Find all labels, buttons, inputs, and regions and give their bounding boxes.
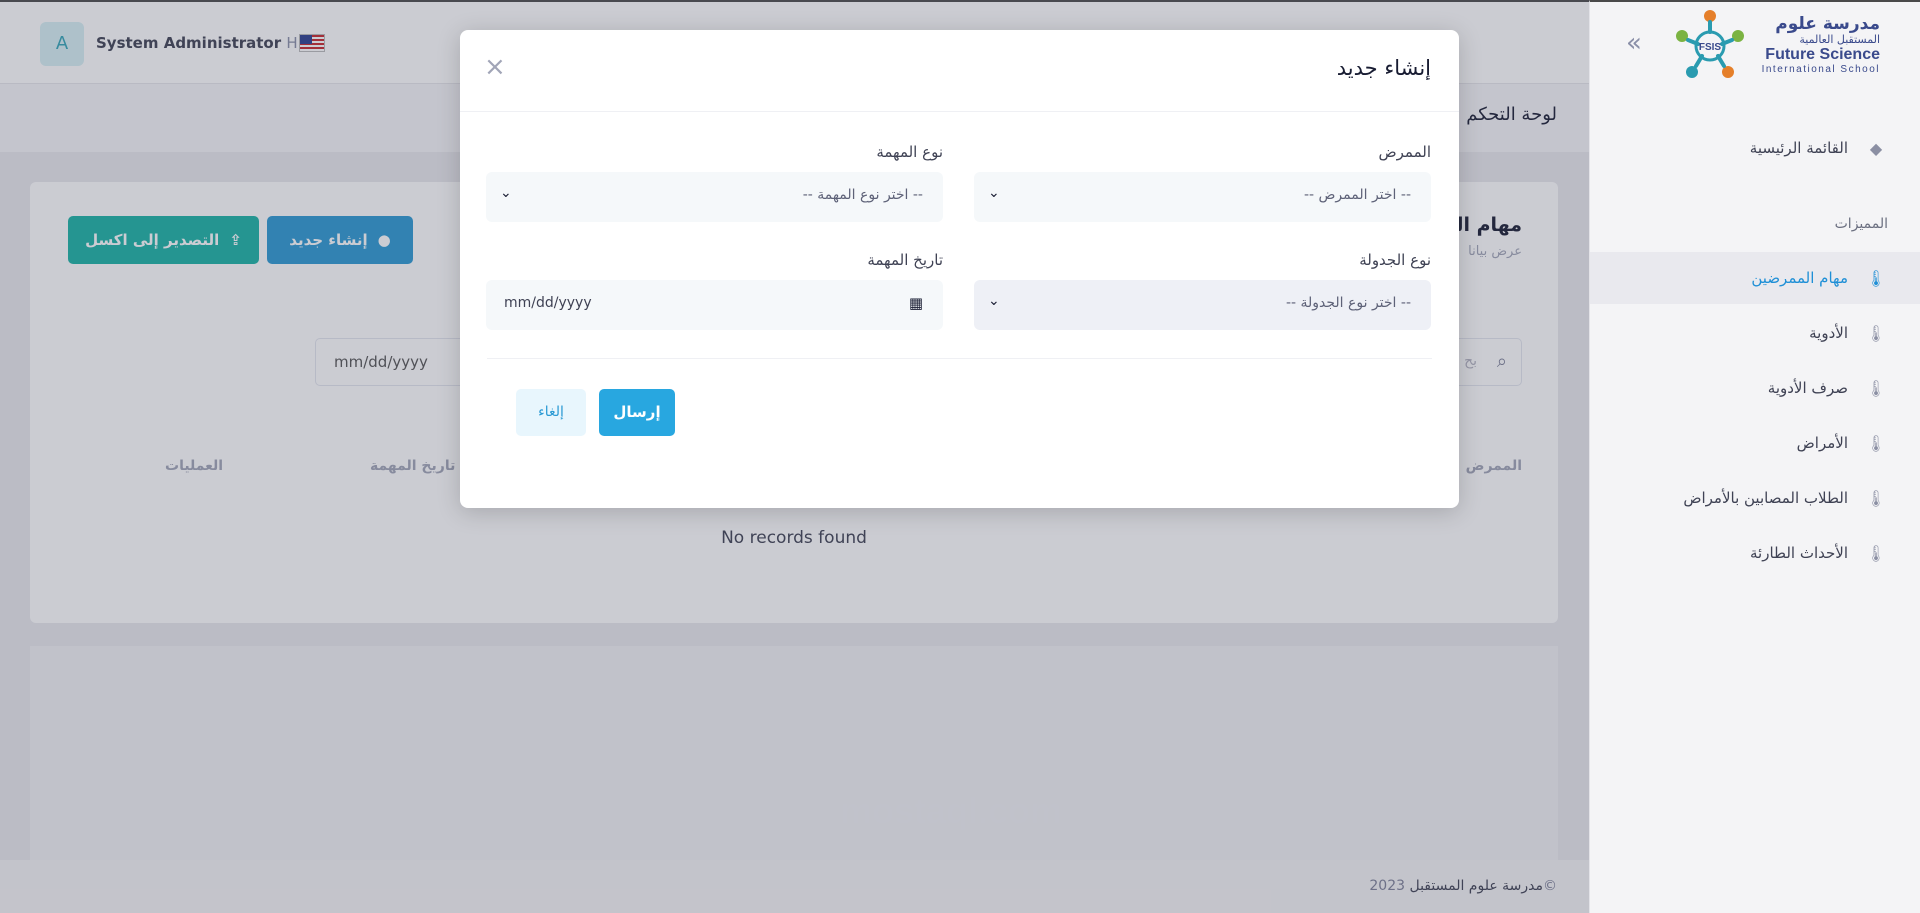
nurse-label: الممرض bbox=[1378, 143, 1432, 161]
task-type-select-value: -- اختر نوع المهمة -- bbox=[802, 187, 923, 203]
sidebar-item-label: صرف الأدوية bbox=[1767, 379, 1848, 397]
submit-button[interactable]: إرسال bbox=[599, 389, 675, 436]
sidebar-section-label: المميزات bbox=[1834, 216, 1888, 232]
task-type-label: نوع المهمة bbox=[876, 143, 943, 161]
brand-name-en: Future Science bbox=[1765, 46, 1880, 63]
sidebar-item-label: مهام الممرضين bbox=[1751, 269, 1848, 287]
modal-title: إنشاء جديد bbox=[1336, 56, 1431, 80]
modal-header: إنشاء جديد × bbox=[460, 30, 1459, 112]
brand-tagline-ar: المستقبل العالمية bbox=[1799, 33, 1880, 46]
task-date-label: تاريخ المهمة bbox=[867, 251, 943, 269]
cancel-button[interactable]: إلغاء bbox=[516, 389, 586, 436]
sidebar-item-label: القائمة الرئيسية bbox=[1749, 139, 1848, 157]
sidebar-item-diseases[interactable]: 🌡 الأمراض bbox=[1590, 417, 1920, 469]
chevron-down-icon: ⌄ bbox=[988, 293, 1000, 309]
school-logo[interactable]: FSIS مدرسة علوم المستقبل العالمية Future… bbox=[1670, 6, 1880, 86]
sidebar: FSIS مدرسة علوم المستقبل العالمية Future… bbox=[1589, 0, 1920, 913]
modal-divider bbox=[487, 358, 1432, 359]
task-type-select[interactable]: -- اختر نوع المهمة -- ⌄ bbox=[486, 172, 943, 222]
sidebar-item-label: الطلاب المصابين بالأمراض bbox=[1683, 489, 1848, 507]
thermometer-icon: 🌡 bbox=[1865, 433, 1887, 453]
close-icon[interactable]: × bbox=[484, 52, 506, 82]
schedule-type-label: نوع الجدولة bbox=[1359, 251, 1431, 269]
thermometer-icon: 🌡 bbox=[1865, 543, 1887, 563]
schedule-type-select-value: -- اختر نوع الجدولة -- bbox=[1285, 295, 1411, 311]
logo-mark-icon: FSIS bbox=[1676, 10, 1744, 78]
sidebar-item-label: الأمراض bbox=[1796, 434, 1848, 452]
thermometer-icon: 🌡 bbox=[1865, 378, 1887, 398]
logo-text: مدرسة علوم المستقبل العالمية Future Scie… bbox=[1762, 14, 1880, 75]
collapse-sidebar-icon[interactable]: « bbox=[1620, 30, 1648, 58]
sidebar-item-medicines[interactable]: 🌡 الأدوية bbox=[1590, 307, 1920, 359]
sidebar-item-emergencies[interactable]: 🌡 الأحداث الطارئة bbox=[1590, 527, 1920, 579]
logo-mark-label: FSIS bbox=[1699, 42, 1722, 53]
task-date-input[interactable]: mm/dd/yyyy ▦ bbox=[486, 280, 943, 330]
calendar-icon[interactable]: ▦ bbox=[909, 294, 923, 312]
layers-icon: ◆ bbox=[1869, 138, 1883, 158]
sidebar-item-dispense-medicines[interactable]: 🌡 صرف الأدوية bbox=[1590, 362, 1920, 414]
sidebar-item-sick-students[interactable]: 🌡 الطلاب المصابين بالأمراض bbox=[1590, 472, 1920, 524]
brand-subtitle-en: International School bbox=[1761, 64, 1880, 75]
schedule-type-select[interactable]: -- اختر نوع الجدولة -- ⌄ bbox=[974, 280, 1431, 330]
sidebar-item-label: الأحداث الطارئة bbox=[1750, 544, 1848, 562]
nurse-select-value: -- اختر الممرض -- bbox=[1303, 187, 1411, 203]
chevron-down-icon: ⌄ bbox=[988, 185, 1000, 201]
nurse-select[interactable]: -- اختر الممرض -- ⌄ bbox=[974, 172, 1431, 222]
thermometer-icon: 🌡 bbox=[1865, 488, 1887, 508]
task-date-placeholder: mm/dd/yyyy bbox=[504, 295, 592, 311]
thermometer-icon: 🌡 bbox=[1865, 323, 1887, 343]
sidebar-item-home[interactable]: ◆ القائمة الرئيسية bbox=[1590, 122, 1920, 174]
sidebar-item-label: الأدوية bbox=[1809, 324, 1848, 342]
sidebar-item-nurse-tasks[interactable]: 🌡 مهام الممرضين bbox=[1590, 252, 1920, 304]
chevron-down-icon: ⌄ bbox=[500, 185, 512, 201]
create-new-modal: إنشاء جديد × الممرض -- اختر الممرض -- ⌄ … bbox=[460, 30, 1459, 508]
brand-name-ar: مدرسة علوم bbox=[1775, 14, 1880, 34]
thermometer-icon: 🌡 bbox=[1865, 268, 1887, 288]
